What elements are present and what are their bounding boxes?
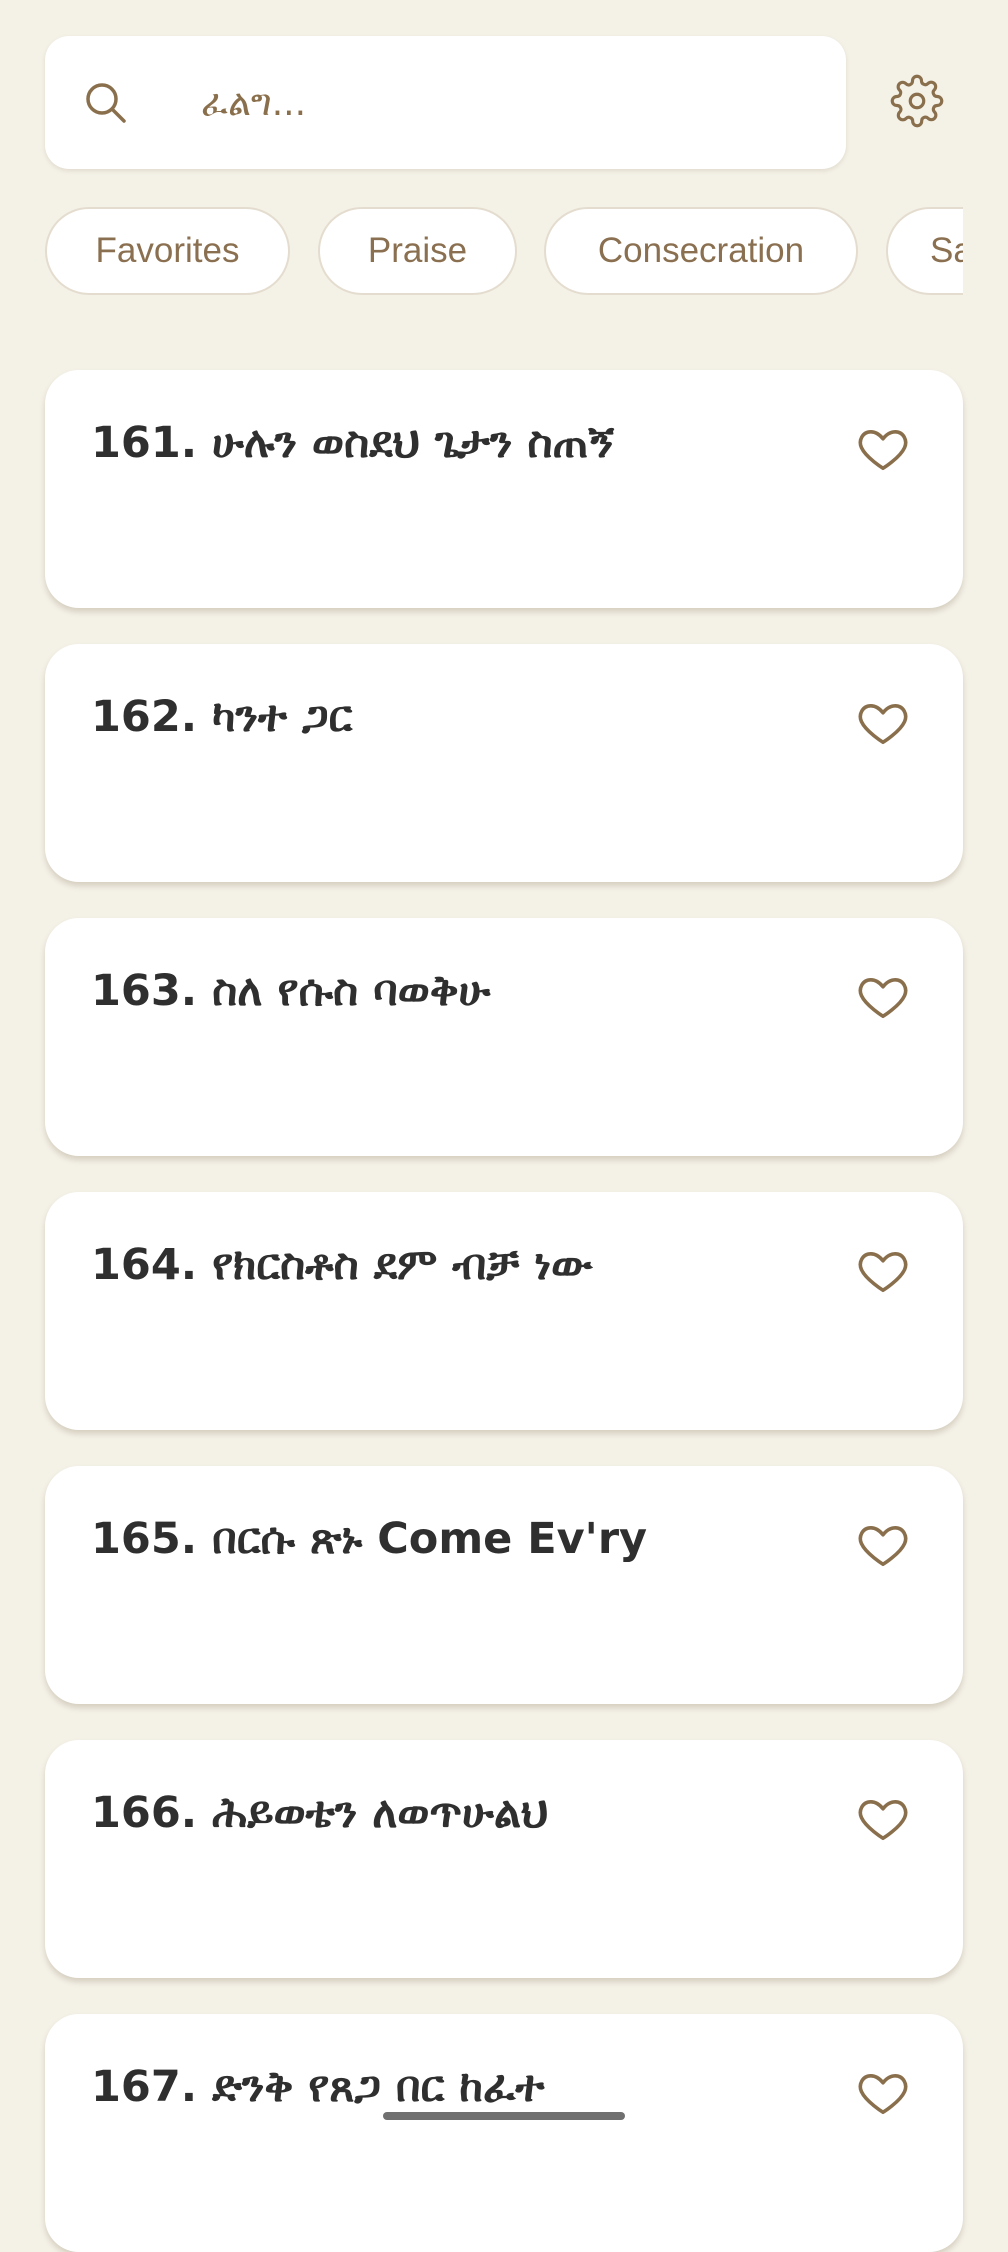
song-title: 161. ሁሉን ወስደህ ጌታን ስጠኝ xyxy=(91,418,614,468)
song-card[interactable]: 167. ድንቅ የጸጋ በር ከፈተ xyxy=(45,2014,963,2252)
song-title: 162. ካንተ ጋር xyxy=(91,692,353,742)
filter-chip-partial[interactable]: Sa xyxy=(886,207,963,295)
song-card[interactable]: 165. በርሱ ጽኑ Come Ev'ry xyxy=(45,1466,963,1704)
gear-icon xyxy=(890,74,944,132)
heart-outline-icon xyxy=(856,1791,910,1849)
favorite-button[interactable] xyxy=(853,694,913,754)
heart-outline-icon xyxy=(856,1517,910,1575)
heart-outline-icon xyxy=(856,1243,910,1301)
settings-button[interactable] xyxy=(884,70,950,136)
category-filter-bar: Favorites Praise Consecration Sa xyxy=(45,207,963,299)
song-title: 164. የክርስቶስ ደም ብቻ ነው xyxy=(91,1240,593,1290)
search-bar[interactable] xyxy=(45,36,846,169)
favorite-button[interactable] xyxy=(853,420,913,480)
song-title: 163. ስለ የሱስ ባወቅሁ xyxy=(91,966,491,1016)
song-card[interactable]: 163. ስለ የሱስ ባወቅሁ xyxy=(45,918,963,1156)
song-title: 166. ሕይወቴን ለወጥሁልህ xyxy=(91,1788,549,1838)
favorite-button[interactable] xyxy=(853,2064,913,2124)
favorite-button[interactable] xyxy=(853,1790,913,1850)
song-card[interactable]: 166. ሕይወቴን ለወጥሁልህ xyxy=(45,1740,963,1978)
song-card[interactable]: 161. ሁሉን ወስደህ ጌታን ስጠኝ xyxy=(45,370,963,608)
heart-outline-icon xyxy=(856,969,910,1027)
song-title: 167. ድንቅ የጸጋ በር ከፈተ xyxy=(91,2062,545,2112)
search-icon xyxy=(83,80,129,126)
heart-outline-icon xyxy=(856,2065,910,2123)
favorite-button[interactable] xyxy=(853,968,913,1028)
search-input[interactable] xyxy=(201,68,801,138)
filter-chip-praise[interactable]: Praise xyxy=(318,207,517,295)
filter-chip-consecration[interactable]: Consecration xyxy=(544,207,858,295)
heart-outline-icon xyxy=(856,695,910,753)
favorite-button[interactable] xyxy=(853,1242,913,1302)
home-indicator[interactable] xyxy=(383,2112,625,2120)
song-card[interactable]: 162. ካንተ ጋር xyxy=(45,644,963,882)
favorite-button[interactable] xyxy=(853,1516,913,1576)
song-card[interactable]: 164. የክርስቶስ ደም ብቻ ነው xyxy=(45,1192,963,1430)
filter-chip-favorites[interactable]: Favorites xyxy=(45,207,290,295)
heart-outline-icon xyxy=(856,421,910,479)
song-title: 165. በርሱ ጽኑ Come Ev'ry xyxy=(91,1514,648,1564)
